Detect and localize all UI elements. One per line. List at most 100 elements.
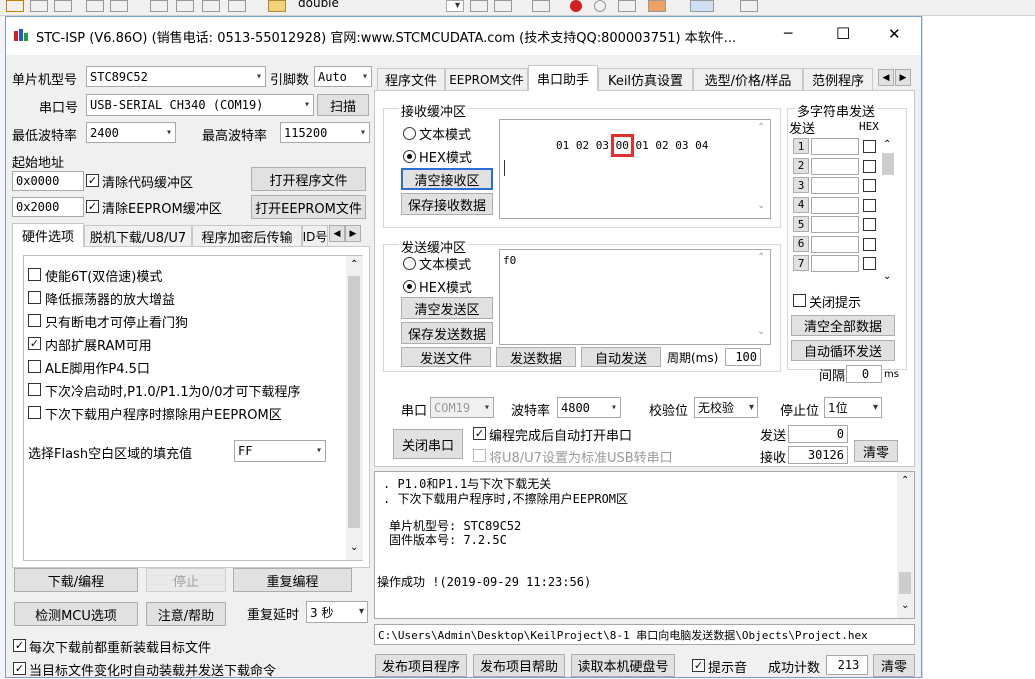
toolbar-icon[interactable]	[30, 0, 48, 12]
tab-program-file[interactable]: 程序文件	[377, 68, 445, 90]
right-tab-scroll-left[interactable]: ◀	[878, 69, 894, 86]
multi-send-row-hex-checkbox[interactable]	[863, 179, 876, 192]
multi-send-row-input[interactable]	[811, 255, 859, 272]
max-baud-select[interactable]: 115200 ▾	[280, 122, 370, 143]
multi-send-row-input[interactable]	[811, 138, 859, 155]
clear-all-button[interactable]: 清空全部数据	[791, 315, 895, 336]
multi-send-row-hex-checkbox[interactable]	[863, 218, 876, 231]
multi-send-row-input[interactable]	[811, 177, 859, 194]
usb-checkbox[interactable]	[473, 449, 486, 462]
receive-scrollbar[interactable]: ⌃ ⌄	[753, 120, 770, 218]
tab-keil-settings[interactable]: Keil仿真设置	[598, 68, 693, 90]
tab-hardware-options[interactable]: 硬件选项	[12, 223, 84, 247]
scroll-down-icon[interactable]: ⌄	[350, 542, 358, 553]
multi-send-row-hex-checkbox[interactable]	[863, 159, 876, 173]
send-text-mode-radio[interactable]	[403, 257, 416, 270]
scroll-up-icon[interactable]: ⌃	[350, 259, 358, 270]
folder-icon[interactable]	[268, 0, 286, 12]
min-baud-select[interactable]: 2400 ▾	[86, 122, 176, 143]
read-disk-button[interactable]: 读取本机硬盘号	[571, 654, 675, 677]
breakpoint-icon[interactable]	[594, 0, 606, 12]
multi-send-row-hex-checkbox[interactable]	[863, 237, 876, 251]
auto-send-button[interactable]: 自动发送	[581, 347, 661, 367]
fill-value-select[interactable]: FF ▾	[234, 440, 326, 462]
option-checkbox[interactable]: ✓	[28, 337, 41, 350]
multi-send-row-hex-checkbox[interactable]	[863, 198, 876, 212]
multi-send-row-input[interactable]	[811, 196, 859, 214]
option-checkbox[interactable]	[28, 314, 41, 327]
baud-select[interactable]: 4800 ▾	[557, 397, 621, 418]
toolbar-icon[interactable]	[202, 0, 220, 12]
toolbar-icon[interactable]	[54, 0, 72, 12]
auto-loop-button[interactable]: 自动循环发送	[791, 340, 895, 361]
auto-open-checkbox[interactable]: ✓	[473, 427, 486, 440]
tab-scroll-right[interactable]: ▶	[345, 225, 361, 242]
toolbar-icon[interactable]	[150, 0, 168, 12]
close-port-button[interactable]: 关闭串口	[393, 429, 463, 459]
close-button[interactable]: ✕	[888, 25, 901, 43]
wrench-icon[interactable]	[740, 0, 758, 12]
multi-send-row-button[interactable]: 7	[793, 255, 809, 271]
clear-success-button[interactable]: 清零	[873, 654, 915, 677]
start-addr-1-input[interactable]: 0x0000	[12, 171, 84, 191]
scroll-thumb[interactable]	[348, 276, 360, 528]
tab-eeprom-file[interactable]: EEPROM文件	[445, 68, 528, 90]
period-input[interactable]: 100	[725, 348, 761, 366]
publish-help-button[interactable]: 发布项目帮助	[473, 654, 565, 677]
tab-id[interactable]: ID号	[302, 225, 328, 247]
stop-bits-select[interactable]: 1位 ▾	[824, 397, 882, 418]
debug-icon[interactable]	[532, 0, 550, 12]
publish-program-button[interactable]: 发布项目程序	[375, 654, 467, 677]
tab-scroll-left[interactable]: ◀	[329, 225, 345, 242]
download-button[interactable]: 下载/编程	[14, 568, 138, 592]
start-addr-2-input[interactable]: 0x2000	[12, 197, 84, 217]
options-scrollbar[interactable]: ⌃ ⌄	[346, 256, 363, 560]
scroll-thumb[interactable]	[882, 153, 894, 175]
multi-send-scrollbar[interactable]: ⌃ ⌄	[880, 137, 897, 287]
parity-select[interactable]: 无校验 ▾	[694, 397, 758, 418]
right-tab-scroll-right[interactable]: ▶	[895, 69, 911, 86]
toolbar-icon[interactable]	[176, 0, 194, 12]
scroll-up-icon[interactable]: ⌃	[757, 252, 765, 263]
send-file-button[interactable]: 发送文件	[401, 347, 491, 367]
receive-text-mode-radio[interactable]	[403, 127, 416, 140]
clear-count-button[interactable]: 清零	[854, 440, 898, 462]
option-checkbox[interactable]	[28, 406, 41, 419]
scroll-up-icon[interactable]: ⌃	[757, 122, 765, 133]
send-data-button[interactable]: 发送数据	[496, 347, 576, 367]
maximize-button[interactable]: ☐	[836, 24, 850, 43]
toolbar-icon[interactable]	[6, 0, 24, 12]
window-icon[interactable]	[690, 0, 714, 12]
help-button[interactable]: 注意/帮助	[146, 602, 226, 626]
toolbar-icon[interactable]	[618, 0, 636, 12]
save-send-button[interactable]: 保存发送数据	[401, 322, 493, 344]
clear-code-checkbox[interactable]: ✓	[86, 174, 99, 187]
multi-send-row-button[interactable]: 1	[793, 138, 809, 154]
multi-send-row-button[interactable]: 6	[793, 235, 809, 252]
toolbar-icon[interactable]	[648, 0, 666, 12]
log-scrollbar[interactable]: ⌃ ⌄	[897, 472, 914, 618]
receive-hex-mode-radio[interactable]	[403, 150, 416, 163]
minimize-button[interactable]: ─	[784, 26, 792, 42]
scroll-up-icon[interactable]: ⌃	[901, 475, 909, 486]
multi-send-row-hex-checkbox[interactable]	[863, 257, 876, 270]
send-hex-mode-radio[interactable]	[403, 280, 416, 293]
scroll-down-icon[interactable]: ⌄	[901, 600, 909, 611]
multi-send-row-input[interactable]	[811, 235, 859, 253]
multi-send-row-hex-checkbox[interactable]	[863, 140, 876, 153]
scan-button[interactable]: 扫描	[317, 94, 369, 116]
multi-send-row-input[interactable]	[811, 157, 859, 175]
open-eeprom-button[interactable]: 打开EEPROM文件	[251, 195, 366, 219]
multi-send-row-button[interactable]: 5	[793, 216, 809, 232]
toolbar-icon[interactable]	[494, 0, 512, 12]
tab-selection-price[interactable]: 选型/价格/样品	[693, 68, 803, 90]
multi-send-row-input[interactable]	[811, 216, 859, 233]
pins-select[interactable]: Auto ▾	[314, 66, 372, 87]
scroll-down-icon[interactable]: ⌄	[757, 326, 765, 337]
toolbar-icon[interactable]	[228, 0, 246, 12]
toolbar-icon[interactable]	[110, 0, 128, 12]
delay-select[interactable]: 3 秒 ▾	[306, 601, 368, 623]
send-scrollbar[interactable]: ⌃ ⌄	[753, 250, 770, 344]
tab-serial-assistant[interactable]: 串口助手	[528, 65, 598, 91]
toolbar-icon[interactable]	[470, 0, 488, 12]
